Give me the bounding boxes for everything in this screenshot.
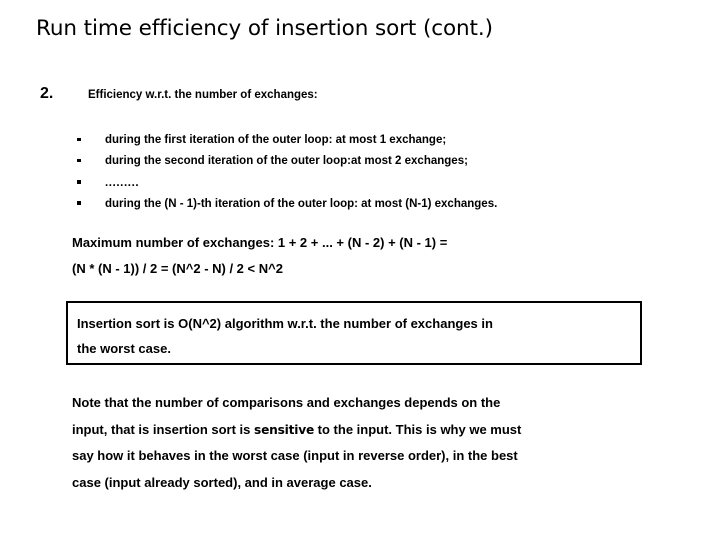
list-item: during the first iteration of the outer … (70, 130, 670, 151)
note-emphasis-sensitive: sensitive (254, 422, 315, 437)
numbered-item: 2. Efficiency w.r.t. the number of excha… (40, 86, 680, 103)
numbered-item-marker: 2. (40, 85, 54, 102)
square-bullet-icon (70, 173, 105, 194)
square-bullet-icon (70, 151, 105, 172)
note-line-2: input, that is insertion sort is sensiti… (72, 417, 652, 444)
note-line-1: Note that the number of comparisons and … (72, 395, 501, 410)
callout-line-2: the worst case. (77, 341, 171, 356)
list-item: ......... (70, 173, 670, 194)
formula-line-1: Maximum number of exchanges: 1 + 2 + ...… (72, 235, 448, 250)
square-bullet-icon (70, 130, 105, 151)
formula-line-2: (N * (N - 1)) / 2 = (N^2 - N) / 2 < N^2 (72, 261, 283, 276)
callout-content: Insertion sort is O(N^2) algorithm w.r.t… (77, 311, 634, 361)
slide-canvas: Run time efficiency of insertion sort (c… (0, 0, 720, 540)
note-line-3: say how it behaves in the worst case (in… (72, 448, 518, 463)
square-bullet-icon (70, 194, 105, 215)
formula-block: Maximum number of exchanges: 1 + 2 + ...… (72, 230, 652, 282)
callout-box: Insertion sort is O(N^2) algorithm w.r.t… (66, 301, 642, 365)
note-line-2-part-1: input, that is insertion sort is (72, 421, 255, 437)
list-item-label: ......... (105, 176, 140, 189)
list-item-label: during the (N - 1)-th iteration of the o… (105, 197, 498, 210)
numbered-item-label: Efficiency w.r.t. the number of exchange… (88, 89, 318, 101)
note-line-4: case (input already sorted), and in aver… (72, 474, 372, 490)
list-item-label: during the first iteration of the outer … (105, 134, 447, 146)
list-item: during the (N - 1)-th iteration of the o… (70, 194, 670, 215)
note-paragraph: Note that the number of comparisons and … (72, 390, 652, 496)
list-item: during the second iteration of the outer… (70, 151, 670, 172)
callout-line-1: Insertion sort is O(N^2) algorithm w.r.t… (77, 316, 493, 331)
note-line-2-part-2: to the input. This is why we must (314, 421, 522, 437)
list-item-label: during the second iteration of the outer… (105, 155, 468, 168)
bullet-list: during the first iteration of the outer … (70, 130, 670, 215)
page-title: Run time efficiency of insertion sort (c… (36, 16, 493, 41)
